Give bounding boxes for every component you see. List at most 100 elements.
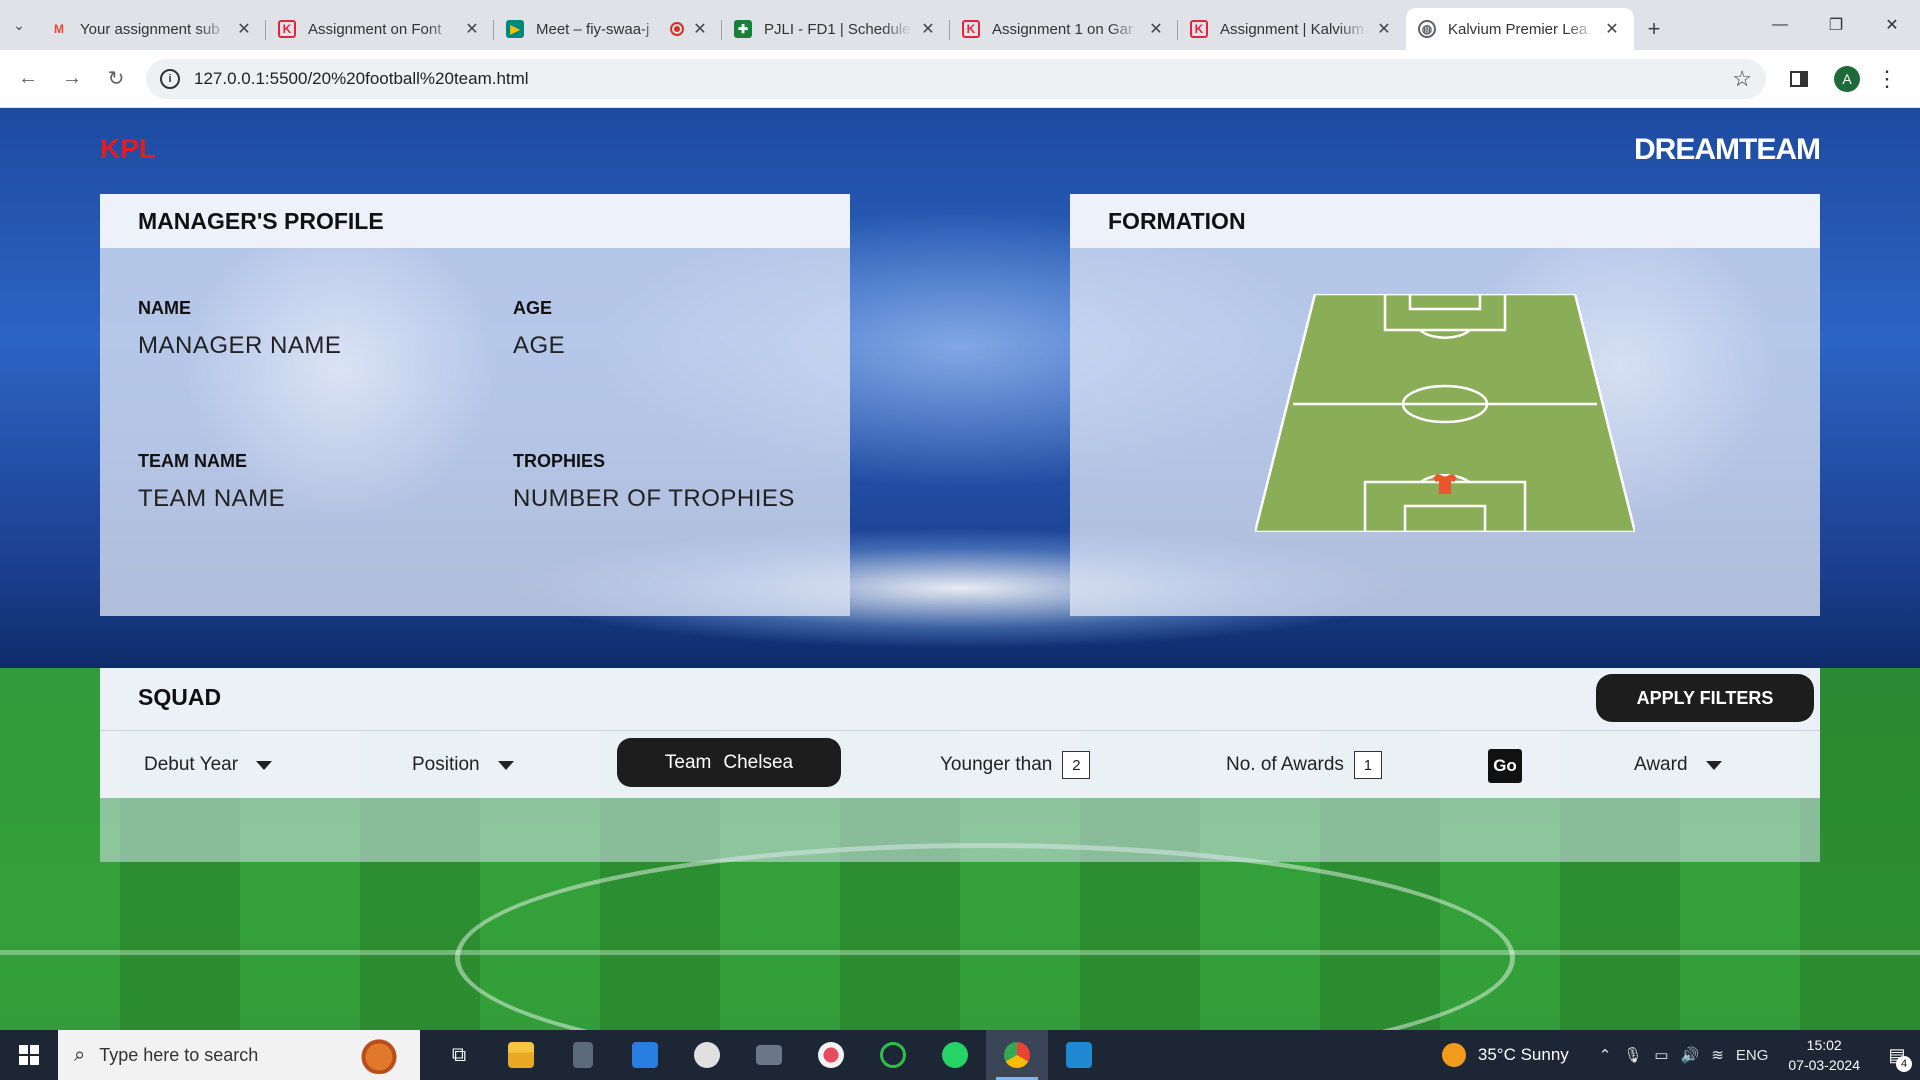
search-placeholder: Type here to search: [99, 1044, 259, 1065]
clock-date: 07-03-2024: [1788, 1057, 1860, 1073]
younger-than-input[interactable]: 2: [1062, 751, 1091, 779]
formation-pitch-diagram: [1255, 294, 1635, 532]
refresh-app-button[interactable]: [862, 1030, 924, 1080]
close-window-button[interactable]: ✕: [1864, 0, 1920, 50]
language-indicator[interactable]: ENG: [1736, 1047, 1769, 1064]
vscode-button[interactable]: [1048, 1030, 1110, 1080]
award-dropdown[interactable]: Award: [1634, 731, 1722, 799]
card-title: MANAGER'S PROFILE: [100, 194, 850, 248]
awards-input[interactable]: 1: [1353, 751, 1382, 779]
tab-title: Kalvium Premier Lea: [1448, 20, 1588, 38]
kalvium-icon: K: [278, 20, 296, 38]
side-panel-icon[interactable]: [1790, 70, 1808, 87]
file-explorer-button[interactable]: [490, 1030, 552, 1080]
task-view-button[interactable]: ⧉: [428, 1030, 490, 1080]
close-tab-icon[interactable]: ✕: [234, 19, 254, 39]
tab-title: PJLI - FD1 | Schedule: [764, 20, 911, 38]
new-tab-button[interactable]: +: [1634, 8, 1674, 50]
apply-filters-button[interactable]: APPLY FILTERS: [1596, 674, 1814, 722]
weather-sun-icon[interactable]: [1441, 1043, 1466, 1067]
squad-title: SQUAD: [138, 684, 222, 710]
arrow-right-icon: →: [62, 67, 82, 89]
name-value: MANAGER NAME: [138, 332, 342, 359]
restore-icon: ❐: [1828, 17, 1844, 34]
tab-assignment-kalvium[interactable]: K Assignment | Kalvium ✕: [1178, 8, 1406, 50]
clock-time: 15:02: [1806, 1037, 1842, 1053]
squad-header: SQUAD APPLY FILTERS: [100, 668, 1820, 730]
tab-assignment-1[interactable]: K Assignment 1 on Gar ✕: [950, 8, 1178, 50]
minimize-button[interactable]: —: [1752, 0, 1808, 50]
caret-down-icon: [497, 760, 514, 770]
wifi-icon[interactable]: ≋: [1711, 1046, 1724, 1064]
clock-icon: [694, 1042, 720, 1068]
close-tab-icon[interactable]: ✕: [462, 19, 482, 39]
snip-icon: [818, 1042, 844, 1068]
microphone-icon[interactable]: 🎙: [1623, 1046, 1642, 1064]
debut-year-label: Debut Year: [144, 754, 239, 775]
volume-icon[interactable]: 🔊: [1681, 1046, 1700, 1064]
go-button[interactable]: Go: [1488, 749, 1522, 783]
caret-down-icon: [1705, 760, 1722, 770]
filter-row: Debut Year Position Team Chelsea Younger…: [100, 730, 1820, 798]
calculator-button[interactable]: [552, 1030, 614, 1080]
manager-profile-card: MANAGER'S PROFILE NAME MANAGER NAME AGE …: [100, 194, 850, 616]
debut-year-dropdown[interactable]: Debut Year: [144, 731, 273, 799]
forward-button[interactable]: →: [50, 57, 94, 101]
back-button[interactable]: ←: [6, 57, 50, 101]
chrome-button[interactable]: [986, 1030, 1048, 1080]
age-value: AGE: [513, 332, 566, 359]
close-tab-icon[interactable]: ✕: [918, 19, 938, 39]
reload-button[interactable]: ↻: [94, 57, 138, 101]
toolbar-right: A ⋮: [1776, 65, 1902, 92]
snipping-tool-button[interactable]: [800, 1030, 862, 1080]
brand-logo-right[interactable]: DREAMTEAM: [1634, 133, 1821, 167]
close-tab-icon[interactable]: ✕: [690, 19, 710, 39]
team-filter-label: Team: [664, 751, 712, 773]
address-bar[interactable]: i 127.0.0.1:5500/20%20football%20team.ht…: [146, 58, 1766, 99]
calculator-icon: [573, 1042, 593, 1068]
tab-title: Assignment | Kalvium: [1220, 20, 1364, 38]
taskbar-apps: ⧉: [428, 1030, 1110, 1080]
meet-icon: ▶: [506, 20, 524, 38]
team-name-value: TEAM NAME: [138, 485, 286, 512]
search-highlight-icon[interactable]: [346, 1036, 412, 1074]
app-window-button[interactable]: [738, 1030, 800, 1080]
arrow-left-icon: ←: [18, 67, 38, 89]
system-tray: 35°C Sunny ⌃ 🎙 ▭ 🔊 ≋ ENG 15:02 07-03-202…: [1441, 1030, 1920, 1080]
tab-schedule[interactable]: ✚ PJLI - FD1 | Schedule ✕: [722, 8, 950, 50]
brand-logo-left[interactable]: KPL: [100, 133, 156, 165]
close-tab-icon[interactable]: ✕: [1602, 19, 1622, 39]
url-text[interactable]: 127.0.0.1:5500/20%20football%20team.html: [194, 69, 1732, 89]
clock-button[interactable]: [676, 1030, 738, 1080]
tab-font-assignment[interactable]: K Assignment on Font ✕: [266, 8, 494, 50]
close-tab-icon[interactable]: ✕: [1374, 19, 1394, 39]
battery-icon[interactable]: ▭: [1654, 1046, 1668, 1064]
team-filter-button[interactable]: Team Chelsea: [617, 738, 841, 787]
caret-down-icon: [256, 760, 273, 770]
minimize-icon: —: [1772, 16, 1788, 33]
restore-button[interactable]: ❐: [1808, 0, 1864, 50]
tab-gmail[interactable]: M Your assignment sub ✕: [38, 8, 266, 50]
close-tab-icon[interactable]: ✕: [1146, 19, 1166, 39]
calendar-button[interactable]: [614, 1030, 676, 1080]
tab-title: Your assignment sub: [80, 20, 220, 38]
clock[interactable]: 15:02 07-03-2024: [1788, 1035, 1860, 1075]
chevron-up-icon[interactable]: ⌃: [1599, 1046, 1612, 1064]
bookmark-star-icon[interactable]: ☆: [1732, 66, 1752, 92]
menu-icon[interactable]: ⋮: [1872, 66, 1902, 92]
start-button[interactable]: [0, 1030, 58, 1080]
close-icon: ✕: [1885, 17, 1899, 34]
site-info-icon[interactable]: i: [160, 68, 180, 89]
tab-kpl-active[interactable]: ◍ Kalvium Premier Lea ✕: [1406, 8, 1634, 50]
team-filter-value: Chelsea: [723, 751, 794, 773]
whatsapp-button[interactable]: [924, 1030, 986, 1080]
weather-text[interactable]: 35°C Sunny: [1478, 1045, 1569, 1065]
position-dropdown[interactable]: Position: [412, 731, 514, 799]
tab-search-button[interactable]: ⌄: [0, 0, 38, 50]
taskbar-search[interactable]: ⌕ Type here to search: [58, 1030, 420, 1080]
profile-avatar[interactable]: A: [1834, 65, 1860, 92]
formation-card: FORMATION: [1070, 194, 1820, 616]
award-label: Award: [1634, 754, 1688, 775]
notifications-button[interactable]: ▤ 4: [1874, 1030, 1920, 1080]
tab-meet[interactable]: ▶ Meet – fiy-swaa-j ✕: [494, 8, 722, 50]
